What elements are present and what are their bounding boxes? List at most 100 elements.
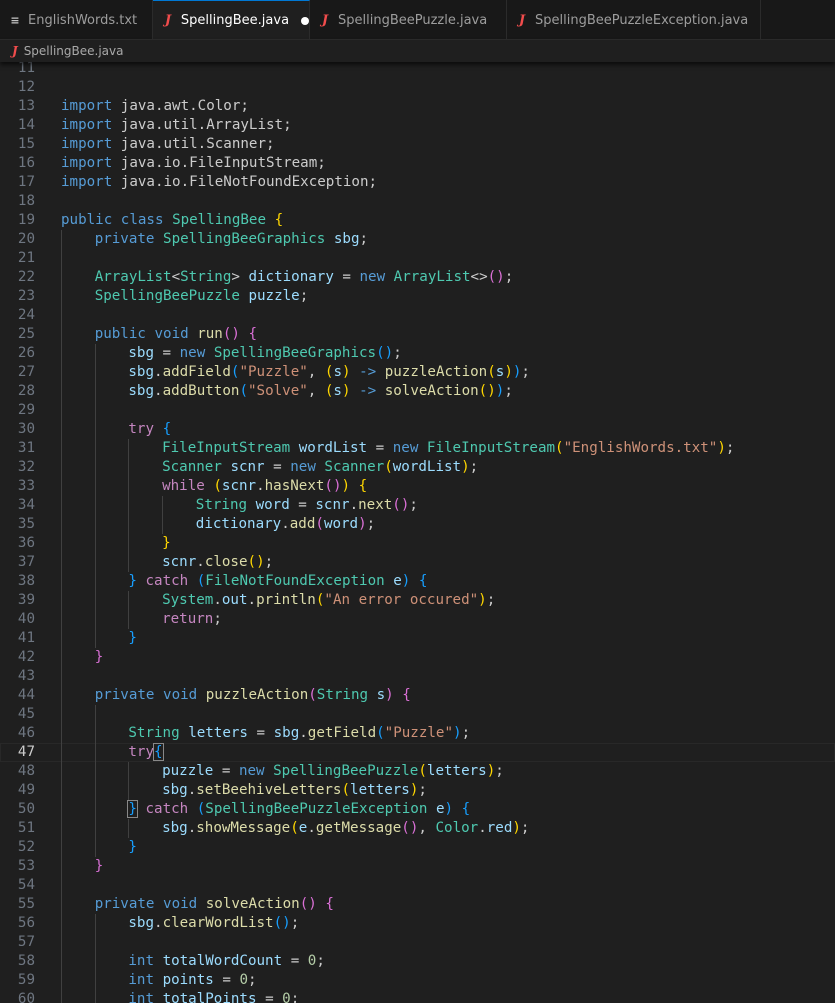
- indent-guide: [94, 344, 96, 363]
- code-token: void: [163, 896, 198, 912]
- code-token: while: [162, 478, 205, 494]
- indent-guide: [128, 819, 130, 838]
- code-token: (): [222, 326, 240, 342]
- code-token: ,: [418, 820, 436, 836]
- code-line[interactable]: 16 import java.io.FileInputStream;: [0, 154, 835, 173]
- code-line[interactable]: 35 dictionary.add(word);: [0, 515, 835, 534]
- code-line[interactable]: 12: [0, 78, 835, 97]
- code-token: ,: [307, 383, 325, 399]
- code-line[interactable]: 20 private SpellingBeeGraphics sbg;: [0, 230, 835, 249]
- code-token: FileInputStream: [426, 440, 556, 456]
- code-token: try: [128, 421, 155, 437]
- code-line[interactable]: 44 private void puzzleAction(String s) {: [0, 686, 835, 705]
- code-line[interactable]: 28 sbg.addButton("Solve", (s) -> solveAct…: [0, 382, 835, 401]
- code-line[interactable]: 32 Scanner scnr = new Scanner(wordList);: [0, 458, 835, 477]
- code-line[interactable]: 37 scnr.close();: [0, 553, 835, 572]
- code-line[interactable]: 19 public class SpellingBee {: [0, 211, 835, 230]
- code-line[interactable]: 13 import java.awt.Color;: [0, 97, 835, 116]
- code-line[interactable]: 45: [0, 705, 835, 724]
- code-line[interactable]: 26 sbg = new SpellingBeeGraphics();: [0, 344, 835, 363]
- code-line[interactable]: 49 sbg.setBeehiveLetters(letters);: [0, 781, 835, 800]
- code-line[interactable]: 30 try {: [0, 420, 835, 439]
- code-line[interactable]: 48 puzzle = new SpellingBeePuzzle(letters…: [0, 762, 835, 781]
- indent-guide: [94, 401, 96, 420]
- code-line[interactable]: 31 FileInputStream wordList = new FileInp…: [0, 439, 835, 458]
- code-text: private void puzzleAction(String s) {: [95, 686, 411, 705]
- code-line[interactable]: 51 sbg.showMessage(e.getMessage(), Color.…: [0, 819, 835, 838]
- code-line[interactable]: 33 while (scnr.hasNext()) {: [0, 477, 835, 496]
- line-number: 38: [17, 573, 35, 589]
- line-number: 28: [17, 383, 35, 399]
- line-number: 50: [17, 801, 35, 817]
- code-line[interactable]: 14 import java.util.ArrayList;: [0, 116, 835, 135]
- code-token: ;: [521, 364, 530, 380]
- code-line[interactable]: 43: [0, 667, 835, 686]
- code-line[interactable]: 27 sbg.addField("Puzzle", (s) -> puzzleAc…: [0, 363, 835, 382]
- code-token: hasNext: [264, 478, 325, 494]
- indent-guide: [94, 420, 96, 439]
- code-line[interactable]: 22 ArrayList<String> dictionary = new Arr…: [0, 268, 835, 287]
- code-line[interactable]: 50} catch (SpellingBeePuzzleException e)…: [0, 800, 835, 819]
- line-number: 46: [17, 725, 35, 741]
- code-token: SpellingBeePuzzleException: [205, 801, 428, 817]
- code-token: .: [478, 820, 487, 836]
- code-line[interactable]: 25 public void run() {: [0, 325, 835, 344]
- code-text: public class SpellingBee {: [61, 211, 283, 230]
- indent-guide: [128, 781, 130, 800]
- tab-englishwords-txt[interactable]: ≡ EnglishWords.txt: [0, 0, 153, 39]
- code-token: ,: [307, 364, 325, 380]
- code-line[interactable]: 53}: [0, 857, 835, 876]
- code-line[interactable]: 29: [0, 401, 835, 420]
- breadcrumb-file[interactable]: SpellingBee.java: [24, 44, 124, 58]
- code-line[interactable]: 23 SpellingBeePuzzle puzzle;: [0, 287, 835, 306]
- breadcrumb[interactable]: J SpellingBee.java: [0, 40, 835, 62]
- code-token: <: [171, 269, 181, 285]
- code-line[interactable]: 46 String letters = sbg.getField("Puzzle"…: [0, 724, 835, 743]
- code-token: (: [341, 782, 351, 798]
- code-line[interactable]: 56 sbg.clearWordList();: [0, 914, 835, 933]
- code-line[interactable]: 42}: [0, 648, 835, 667]
- code-editor[interactable]: 11 12 13 import java.awt.Color; 14 import jav…: [0, 62, 835, 1003]
- code-lines: 11 12 13 import java.awt.Color; 14 import jav…: [0, 62, 835, 1003]
- code-line[interactable]: 55 private void solveAction() {: [0, 895, 835, 914]
- indent-guide: [94, 724, 96, 743]
- line-number: 49: [17, 782, 35, 798]
- code-line[interactable]: 47 try{: [0, 743, 835, 762]
- code-line[interactable]: 59 int points = 0;: [0, 971, 835, 990]
- tab-spellingbee-java[interactable]: J SpellingBee.java: [153, 0, 310, 39]
- indent-guide: [61, 515, 62, 534]
- code-line[interactable]: 38} catch (FileNotFoundException e) {: [0, 572, 835, 591]
- unsaved-dot-icon[interactable]: [301, 16, 309, 25]
- code-line[interactable]: 60 int totalPoints = 0;: [0, 990, 835, 1003]
- code-token: puzzleAction: [205, 687, 309, 703]
- code-token: ;: [504, 383, 513, 399]
- code-line[interactable]: 40 return;: [0, 610, 835, 629]
- code-line[interactable]: 54: [0, 876, 835, 895]
- code-line[interactable]: 34 String word = scnr.next();: [0, 496, 835, 515]
- line-number: 42: [17, 649, 35, 665]
- code-line[interactable]: 36}: [0, 534, 835, 553]
- code-text: sbg.addButton("Solve", (s) -> solveActio…: [128, 382, 512, 401]
- code-token: Scanner: [324, 459, 385, 475]
- code-line[interactable]: 15 import java.util.Scanner;: [0, 135, 835, 154]
- indent-guide: [61, 477, 62, 496]
- code-line[interactable]: 57: [0, 933, 835, 952]
- code-line[interactable]: 11: [0, 62, 835, 78]
- code-line[interactable]: 18: [0, 192, 835, 211]
- tab-label: EnglishWords.txt: [28, 12, 138, 28]
- line-number: 27: [17, 364, 35, 380]
- code-line[interactable]: 41}: [0, 629, 835, 648]
- code-line[interactable]: 21: [0, 249, 835, 268]
- code-token: (: [487, 364, 496, 380]
- code-line[interactable]: 58 int totalWordCount = 0;: [0, 952, 835, 971]
- code-line[interactable]: 24: [0, 306, 835, 325]
- tab-spellingbeepuzzleexception-java[interactable]: J SpellingBeePuzzleException.java: [507, 0, 761, 39]
- code-line[interactable]: 52}: [0, 838, 835, 857]
- code-token: void: [154, 326, 189, 342]
- line-number: 52: [17, 839, 35, 855]
- code-line[interactable]: 39 System.out.println("An error occured")…: [0, 591, 835, 610]
- tab-spellingbeepuzzle-java[interactable]: J SpellingBeePuzzle.java: [310, 0, 507, 39]
- code-line[interactable]: 17 import java.io.FileNotFoundException;: [0, 173, 835, 192]
